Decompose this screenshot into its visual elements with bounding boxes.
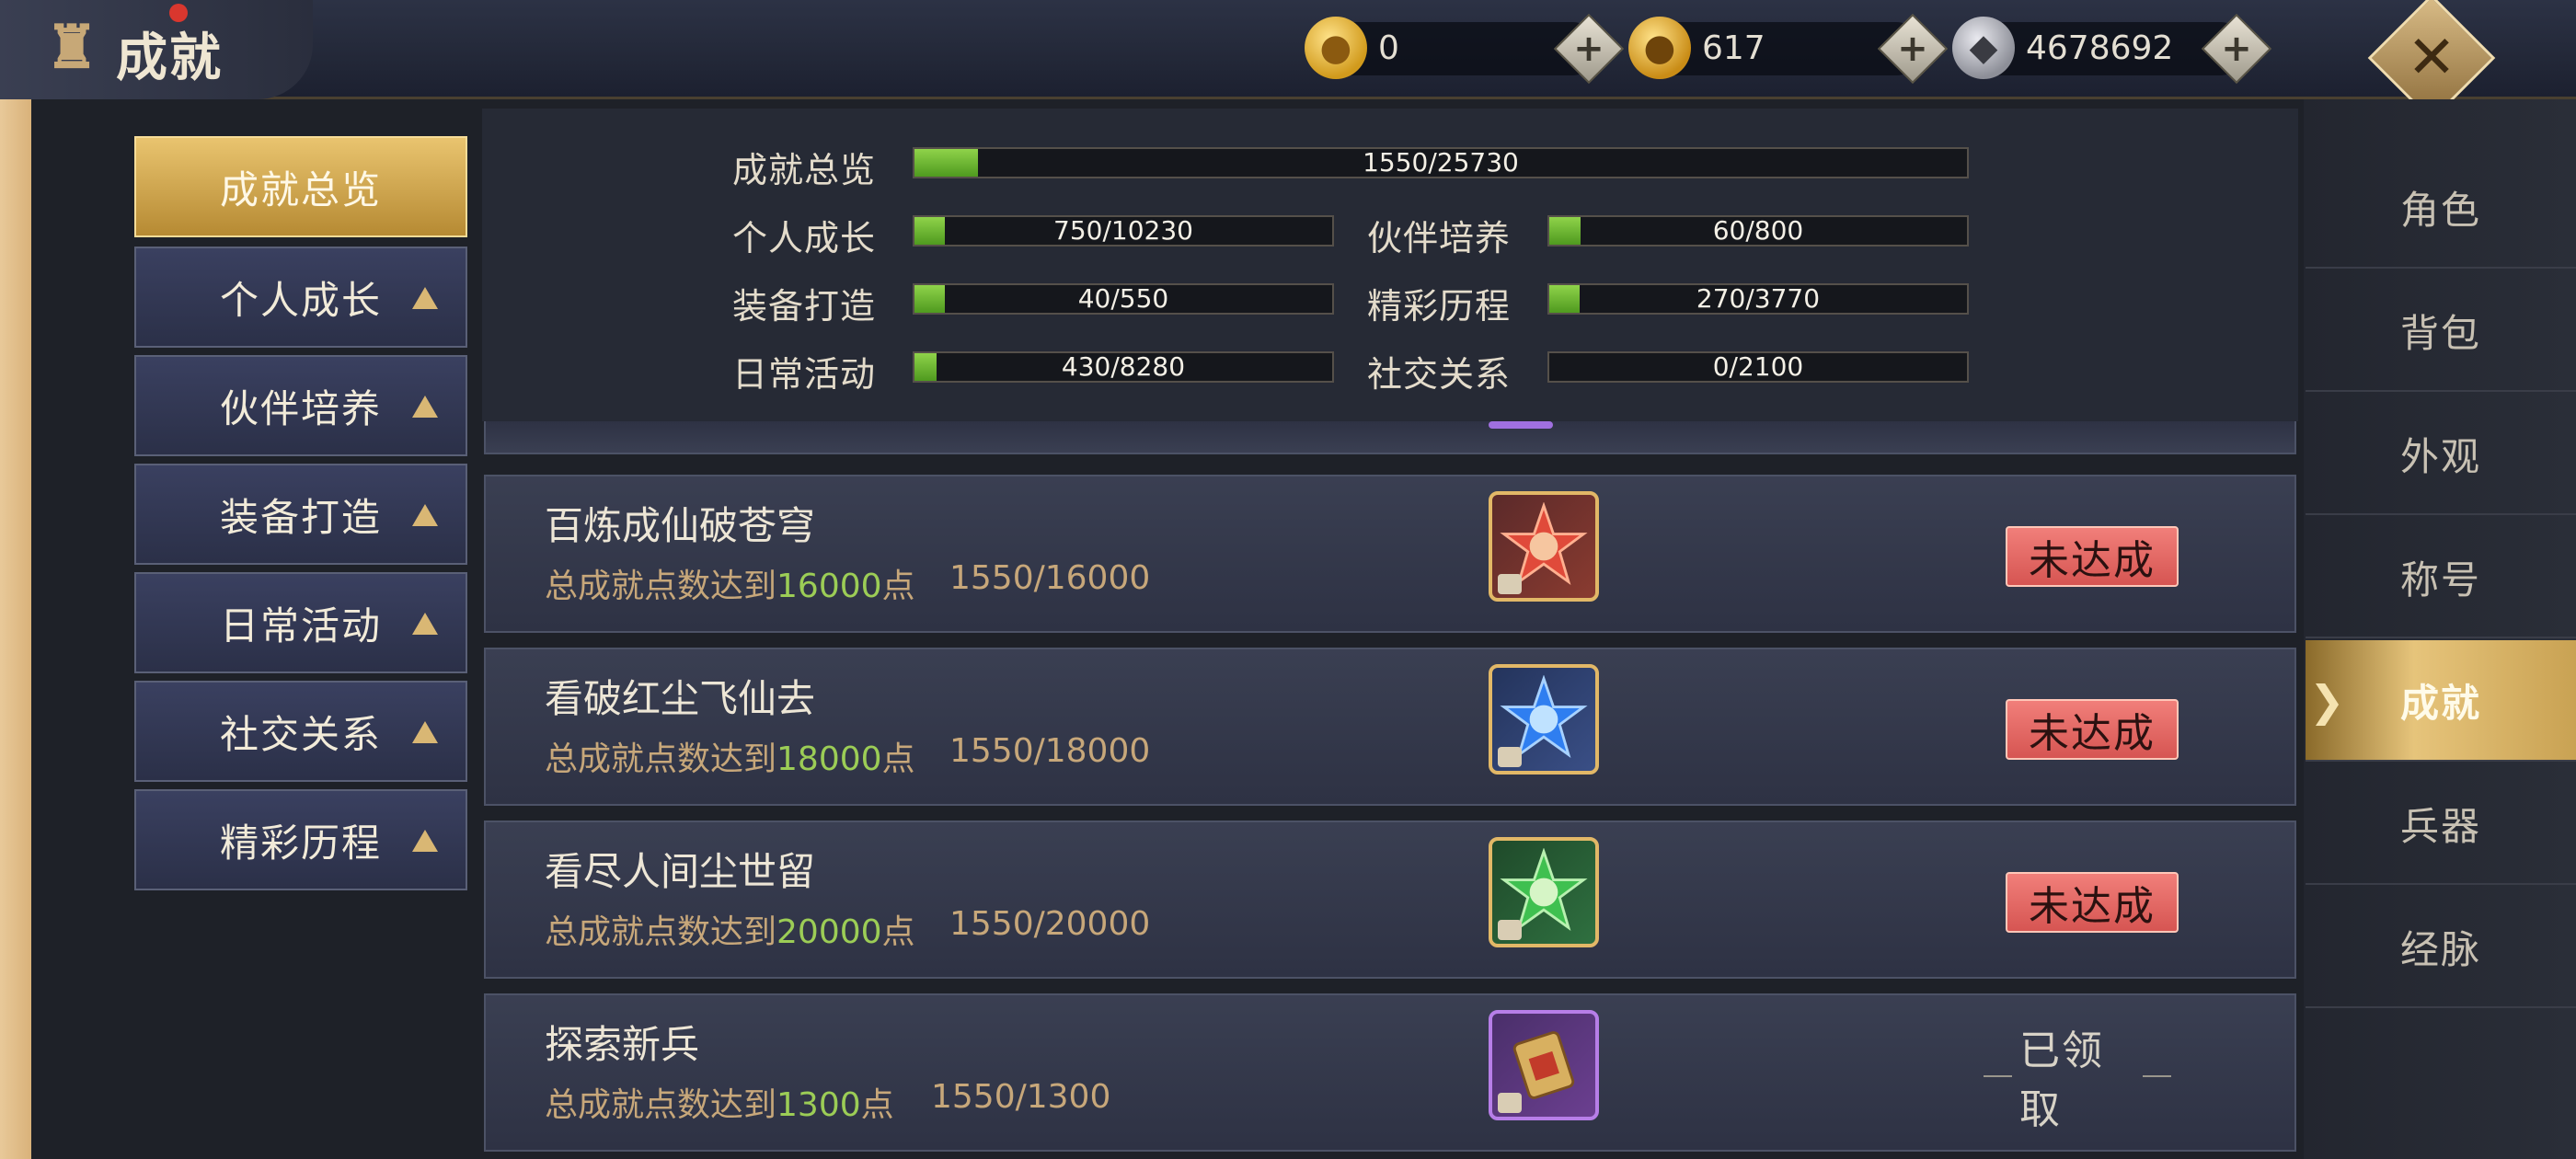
achievement-title: 看尽人间尘世留: [545, 849, 816, 894]
nav-label: 成就总览: [219, 166, 382, 212]
achievement-progress: 1550/18000: [949, 732, 1151, 770]
tab-achievement[interactable]: ❯ 成就: [2306, 640, 2576, 762]
claimed-label: 已领取: [1976, 1027, 2179, 1133]
summary-bar: 270/3770: [1547, 283, 1969, 315]
expand-arrow-icon: [412, 504, 438, 526]
achievement-desc: 总成就点数达到18000点: [545, 740, 915, 778]
summary-label: 伙伴培养: [1367, 218, 1512, 258]
lock-icon: [1498, 574, 1522, 594]
summary-label: 社交关系: [1367, 354, 1512, 395]
add-bound-gold-button[interactable]: +: [1877, 13, 1949, 85]
achievement-desc: 总成就点数达到20000点: [545, 913, 915, 951]
red-star-icon[interactable]: [1489, 491, 1599, 602]
scroll-icon[interactable]: [1489, 1010, 1599, 1120]
progress-text: 40/550: [1077, 283, 1169, 314]
status-button[interactable]: 未达成: [2006, 872, 2179, 933]
notification-dot: [169, 4, 188, 22]
status-button[interactable]: 未达成: [2006, 526, 2179, 587]
achievement-row: 看破红尘飞仙去 总成就点数达到18000点 1550/18000 未达成: [484, 648, 2296, 806]
summary-bar: 40/550: [913, 283, 1334, 315]
currency-value: 0: [1378, 29, 1399, 67]
summary-bar: 0/2100: [1547, 351, 1969, 383]
chevron-right-icon: ❯: [2309, 676, 2347, 726]
tab-bag[interactable]: 背包: [2306, 270, 2576, 392]
add-silver-button[interactable]: +: [2201, 13, 2272, 85]
lock-icon: [1498, 747, 1522, 767]
title-plate: ♜ 成就: [0, 0, 313, 99]
partial-row: [484, 421, 2296, 454]
left-edge-decoration: [0, 99, 31, 1159]
achievement-row: 百炼成仙破苍穹 总成就点数达到16000点 1550/16000 未达成: [484, 475, 2296, 633]
summary-total-bar: 1550/25730: [913, 147, 1969, 178]
nav-daily-activities[interactable]: 日常活动: [134, 572, 467, 673]
page-title: 成就: [116, 29, 223, 88]
expand-arrow-icon: [412, 613, 438, 635]
top-bar: ♜ 成就 ● 0 + ● 617 + ◆ 4678692 + ✕: [0, 0, 2576, 122]
nav-social-relations[interactable]: 社交关系: [134, 681, 467, 782]
achievement-row: 探索新兵 总成就点数达到1300点 1550/1300 已领取: [484, 993, 2296, 1152]
green-star-icon[interactable]: [1489, 837, 1599, 947]
currency-bound-gold: ● 617 +: [1628, 13, 1949, 85]
summary-total-label: 成就总览: [732, 150, 877, 190]
summary-label: 个人成长: [732, 218, 877, 258]
blue-star-icon[interactable]: [1489, 664, 1599, 775]
tab-meridian[interactable]: 经脉: [2306, 887, 2576, 1008]
summary-label: 日常活动: [732, 354, 877, 395]
summary-bar: 750/10230: [913, 215, 1334, 247]
currency-value: 617: [1702, 29, 1765, 67]
achievement-desc: 总成就点数达到1300点: [545, 1086, 894, 1124]
partial-row-icon-edge: [1489, 421, 1553, 429]
currency-gold: ● 0 +: [1305, 13, 1625, 85]
expand-arrow-icon: [412, 721, 438, 743]
nav-overview[interactable]: 成就总览: [134, 136, 467, 237]
achievement-desc: 总成就点数达到16000点: [545, 568, 915, 605]
silver-coin-icon: ◆: [1952, 17, 2015, 79]
lock-icon: [1498, 1093, 1522, 1113]
add-gold-button[interactable]: +: [1553, 13, 1625, 85]
expand-arrow-icon: [412, 287, 438, 309]
bound-gold-ingot-icon: ●: [1628, 17, 1691, 79]
nav-personal-growth[interactable]: 个人成长: [134, 247, 467, 348]
summary-panel: 成就总览 1550/25730 个人成长 750/10230 伙伴培养 60/8…: [482, 109, 2298, 421]
summary-label: 精彩历程: [1367, 286, 1512, 327]
progress-text: 0/2100: [1712, 351, 1804, 382]
achievement-progress: 1550/1300: [931, 1078, 1111, 1116]
nav-partner-training[interactable]: 伙伴培养: [134, 355, 467, 456]
status-button[interactable]: 未达成: [2006, 699, 2179, 760]
summary-label: 装备打造: [732, 286, 877, 327]
progress-text: 750/10230: [1053, 215, 1193, 246]
achievement-emblem-icon: ♜: [45, 13, 98, 82]
nav-highlights[interactable]: 精彩历程: [134, 789, 467, 890]
tab-weapon[interactable]: 兵器: [2306, 763, 2576, 885]
progress-text: 60/800: [1712, 215, 1804, 246]
tab-title[interactable]: 称号: [2306, 517, 2576, 638]
achievement-title: 看破红尘飞仙去: [545, 676, 816, 721]
achievement-row: 看尽人间尘世留 总成就点数达到20000点 1550/20000 未达成: [484, 820, 2296, 979]
expand-arrow-icon: [412, 830, 438, 852]
achievement-title: 探索新兵: [545, 1022, 700, 1067]
tab-character[interactable]: 角色: [2306, 147, 2576, 269]
lock-icon: [1498, 920, 1522, 940]
gold-ingot-icon: ●: [1305, 17, 1367, 79]
nav-equipment-forging[interactable]: 装备打造: [134, 464, 467, 565]
summary-bar: 60/800: [1547, 215, 1969, 247]
tab-label: 成就: [2399, 680, 2481, 726]
currency-silver: ◆ 4678692 +: [1952, 13, 2272, 85]
close-icon: ✕: [2407, 24, 2456, 92]
achievement-progress: 1550/20000: [949, 905, 1151, 943]
progress-text: 1550/25730: [1363, 147, 1519, 178]
expand-arrow-icon: [412, 396, 438, 418]
summary-bar: 430/8280: [913, 351, 1334, 383]
currency-value: 4678692: [2026, 29, 2174, 67]
achievement-progress: 1550/16000: [949, 559, 1151, 597]
progress-text: 430/8280: [1061, 351, 1186, 382]
tab-appearance[interactable]: 外观: [2306, 394, 2576, 515]
achievement-title: 百炼成仙破苍穹: [545, 503, 816, 548]
progress-text: 270/3770: [1696, 283, 1821, 314]
